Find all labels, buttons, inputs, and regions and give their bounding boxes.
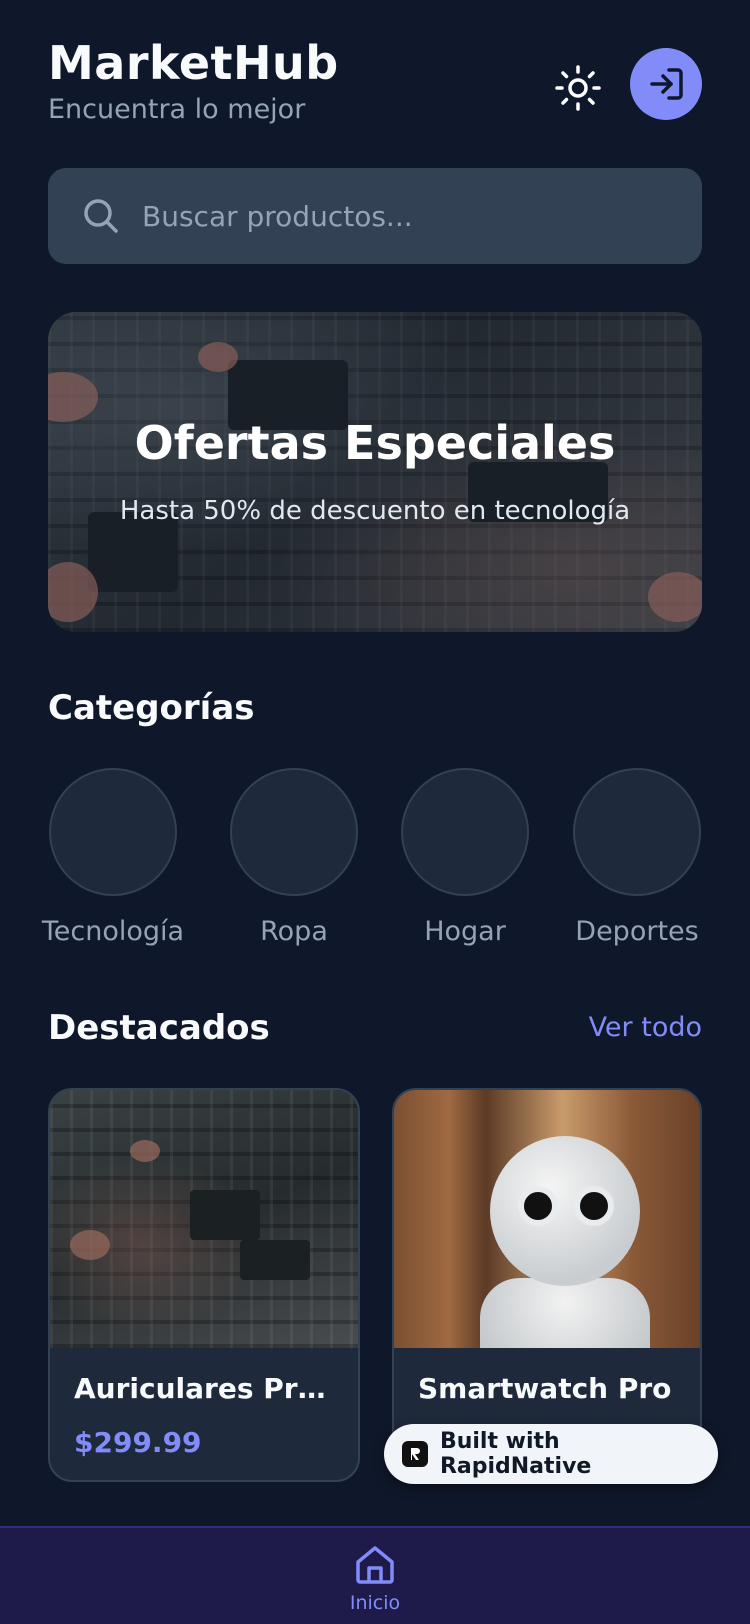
category-item-ropa[interactable]: Ropa <box>219 768 369 947</box>
product-card[interactable]: Auriculares Pre... $299.99 <box>48 1088 360 1482</box>
search-input[interactable] <box>142 199 662 233</box>
product-image <box>394 1090 700 1348</box>
category-label: Tecnología <box>41 916 185 947</box>
tab-label: Inicio <box>349 1592 401 1614</box>
categories-list: Tecnología Ropa Hogar Deportes <box>42 768 702 958</box>
login-button[interactable] <box>630 48 702 120</box>
search-icon <box>84 199 118 233</box>
header: MarketHub Encuentra lo mejor <box>48 36 702 136</box>
featured-title: Destacados <box>48 1008 270 1048</box>
banner-title: Ofertas Especiales <box>134 416 616 470</box>
rapidnative-logo-icon <box>402 1441 428 1467</box>
product-name: Smartwatch Pro <box>418 1372 672 1405</box>
sun-icon <box>555 65 601 111</box>
promo-banner[interactable]: Ofertas Especiales Hasta 50% de descuent… <box>48 312 702 632</box>
bottom-tab-bar: Inicio <box>0 1526 750 1624</box>
category-item-tecnologia[interactable]: Tecnología <box>38 768 188 947</box>
tab-home[interactable]: Inicio <box>345 1542 405 1614</box>
category-circle <box>401 768 529 896</box>
product-name: Auriculares Pre... <box>74 1372 338 1405</box>
home-icon <box>356 1546 394 1584</box>
category-circle <box>230 768 358 896</box>
product-image <box>50 1090 358 1348</box>
category-label: Ropa <box>260 916 328 947</box>
built-with-text: Built with RapidNative <box>439 1429 592 1479</box>
category-item-deportes[interactable]: Deportes <box>562 768 712 947</box>
theme-toggle-button[interactable] <box>548 58 608 118</box>
login-arrow-icon <box>650 68 683 100</box>
banner-subtitle: Hasta 50% de descuento en tecnología <box>119 496 631 526</box>
category-circle <box>49 768 177 896</box>
built-with-badge[interactable]: Built with RapidNative <box>384 1424 718 1484</box>
product-price: $299.99 <box>74 1426 202 1459</box>
category-circle <box>573 768 701 896</box>
category-label: Hogar <box>424 916 506 947</box>
banner-overlay <box>48 312 702 632</box>
category-item-hogar[interactable]: Hogar <box>390 768 540 947</box>
product-card[interactable]: Smartwatch Pro <box>392 1088 702 1482</box>
search-bar[interactable] <box>48 168 702 264</box>
see-all-link[interactable]: Ver todo <box>589 1012 702 1043</box>
category-label: Deportes <box>575 916 699 947</box>
categories-title: Categorías <box>48 688 255 728</box>
